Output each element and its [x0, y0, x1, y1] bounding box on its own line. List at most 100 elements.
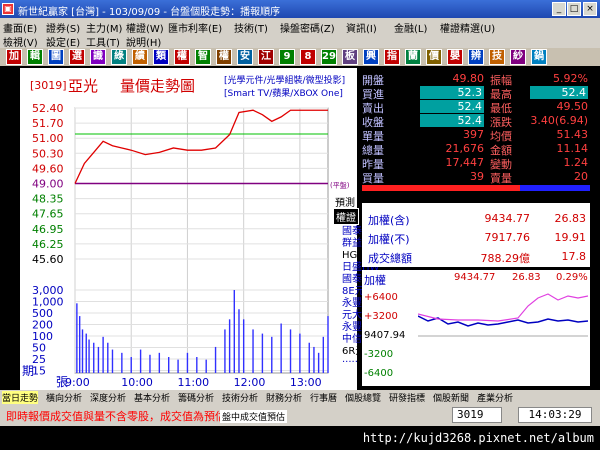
analysis-tabs: 當日走勢 橫向分析 深度分析 基本分析 籌碼分析 技術分析 財務分析 行事曆 個股總覽 研發指標個… [0, 390, 600, 404]
quote-value2-6: 1.24 [563, 156, 589, 169]
price-tick-7: 47.65 [32, 208, 64, 221]
broker-bg [340, 220, 360, 370]
menu-item-settings[interactable]: 設定(E) [46, 34, 80, 49]
menu-item-view[interactable]: 檢視(V) [3, 34, 38, 49]
chart-title: 量價走勢圖 [120, 77, 195, 95]
toolbar-button-12[interactable]: 江 [258, 49, 274, 65]
marquee-label: 盤中成交值預估 [220, 410, 288, 423]
menu-item-warrant[interactable]: 權證(W) [126, 20, 164, 35]
app-icon[interactable]: ▣ [2, 3, 14, 15]
mini-tick-0: +6400 [364, 292, 398, 303]
menu-item-info[interactable]: 資訊(I) [346, 20, 377, 35]
mini-index-svg [418, 293, 588, 337]
tab-0[interactable]: 當日走勢 [2, 391, 39, 404]
toolbar-button-0[interactable]: 加 [6, 49, 22, 65]
toolbar-button-9[interactable]: 智 [195, 49, 211, 65]
tab-9[interactable]: 研發指標 [389, 391, 425, 404]
menu-item-screen[interactable]: 畫面(E) [3, 20, 37, 35]
tab-10[interactable]: 個股新聞 [433, 391, 469, 404]
toolbar-button-24[interactable]: 紗 [510, 49, 526, 65]
toolbar-button-1[interactable]: 輯 [27, 49, 43, 65]
toolbar-button-5[interactable]: 綠 [111, 49, 127, 65]
price-tick-1: 51.70 [32, 117, 64, 130]
mini-value: 9434.77 [454, 272, 496, 283]
watermark: http://kujd3268.pixnet.net/album [0, 428, 600, 450]
time-tick-4: 13:00 [290, 376, 322, 389]
toolbar-button-20[interactable]: 價 [426, 49, 442, 65]
toolbar-button-4[interactable]: 識 [90, 49, 106, 65]
mini-tick-3: -3200 [364, 349, 394, 360]
toolbar-button-19[interactable]: 蘭 [405, 49, 421, 65]
price-tick-5: 49.00 [32, 178, 64, 191]
toolbar-button-25[interactable]: 鍋 [531, 49, 547, 65]
quote-value-6: 17,447 [445, 156, 485, 169]
title-bar: ▣ 新世紀贏家 [台灣] - 103/09/09 - 台盤個股走勢：播報順序 _… [0, 0, 600, 18]
quote-value2-4: 51.43 [556, 128, 589, 141]
menu-item-tools[interactable]: 工具(T) [86, 34, 120, 49]
index-value-1: 7917.76 [484, 231, 531, 244]
menu-item-forex[interactable]: 匯市利率(E) [168, 20, 222, 35]
quote-value2-2: 49.50 [556, 100, 589, 113]
quote-value2-5: 11.14 [556, 142, 589, 155]
quote-value-3: 52.4 [420, 114, 484, 127]
toolbar-button-16[interactable]: 板 [342, 49, 358, 65]
quote-value-7: 39 [470, 170, 484, 183]
toolbar-button-23[interactable]: 技 [489, 49, 505, 65]
quote-value-4: 397 [463, 128, 484, 141]
menu-item-trading-code[interactable]: 操盤密碼(Z) [280, 20, 335, 35]
quote-value2-1: 52.4 [530, 86, 588, 99]
toolbar-button-2[interactable]: 圖 [48, 49, 64, 65]
toolbar-button-8[interactable]: 權 [174, 49, 190, 65]
quote-value2-0: 5.92% [553, 72, 588, 85]
quote-value2-7: 20 [574, 170, 588, 183]
toolbar-button-14[interactable]: 8 [300, 49, 316, 65]
toolbar-button-18[interactable]: 指 [384, 49, 400, 65]
ticker-text: 即時報價成交值與量不含零股，成交值為預估值) [6, 410, 242, 423]
menu-item-main-force[interactable]: 主力(M) [86, 20, 122, 35]
menu-item-help[interactable]: 說明(H) [126, 34, 161, 49]
time-tick-2: 11:00 [177, 376, 209, 389]
volume-tick-7: 15 [32, 365, 46, 378]
time-tick-3: 12:00 [234, 376, 266, 389]
tab-8[interactable]: 個股總覽 [345, 391, 381, 404]
tab-11[interactable]: 產業分析 [477, 391, 513, 404]
tab-7[interactable]: 行事曆 [310, 391, 337, 404]
toolbar-button-7[interactable]: 類 [153, 49, 169, 65]
toolbar-button-22[interactable]: 辨 [468, 49, 484, 65]
toolbar-button-10[interactable]: 權 [216, 49, 232, 65]
minimize-button[interactable]: _ [552, 2, 566, 16]
menu-item-finance[interactable]: 金融(L) [394, 20, 427, 35]
price-tick-2: 51.00 [32, 132, 64, 145]
quote-label2-7: 賣量 [490, 172, 512, 185]
tab-6[interactable]: 財務分析 [266, 391, 302, 404]
maximize-button[interactable]: □ [567, 2, 581, 16]
tab-3[interactable]: 基本分析 [134, 391, 170, 404]
index-label-1: 加權(不) [368, 233, 410, 246]
toolbar-button-15[interactable]: 29 [321, 49, 337, 65]
toolbar-button-21[interactable]: 嬰 [447, 49, 463, 65]
tab-4[interactable]: 籌碼分析 [178, 391, 214, 404]
mini-index-line [418, 315, 588, 327]
toolbar-button-11[interactable]: 安 [237, 49, 253, 65]
close-button[interactable]: × [583, 2, 597, 16]
stock-code-input[interactable]: 3019 [452, 407, 502, 423]
mini-index-line-2 [418, 293, 588, 322]
menu-item-warrant-select[interactable]: 權證精選(U) [440, 20, 495, 35]
toolbar-button-3[interactable]: 選 [69, 49, 85, 65]
price-tick-0: 52.40 [32, 102, 64, 115]
toolbar-button-13[interactable]: 9 [279, 49, 295, 65]
toolbar-button-17[interactable]: 興 [363, 49, 379, 65]
quote-value-0: 49.80 [452, 72, 485, 85]
menu-item-technical[interactable]: 技術(T) [234, 20, 268, 35]
tab-5[interactable]: 技術分析 [222, 391, 258, 404]
tab-1[interactable]: 橫向分析 [46, 391, 82, 404]
toolbar-button-6[interactable]: 績 [132, 49, 148, 65]
tab-2[interactable]: 深度分析 [90, 391, 126, 404]
index-label-2: 成交總額 [368, 252, 412, 265]
predict-label[interactable]: 預測 [333, 194, 357, 209]
stock-tags-2: [Smart TV/蘋果/XBOX One] [224, 87, 343, 99]
toolbar: 加輯圖選識綠績類權智權安江 9 8 29 板興指蘭價嬰辨技紗鍋 [0, 48, 600, 66]
mini-tick-1: +3200 [364, 311, 398, 322]
price-volume-chart: [3019] 亞光 量價走勢圖 [光學元件/光學組裝/微型投影][Smart TV/蘋… [22, 74, 350, 389]
menu-item-securities[interactable]: 證券(S) [46, 20, 80, 35]
